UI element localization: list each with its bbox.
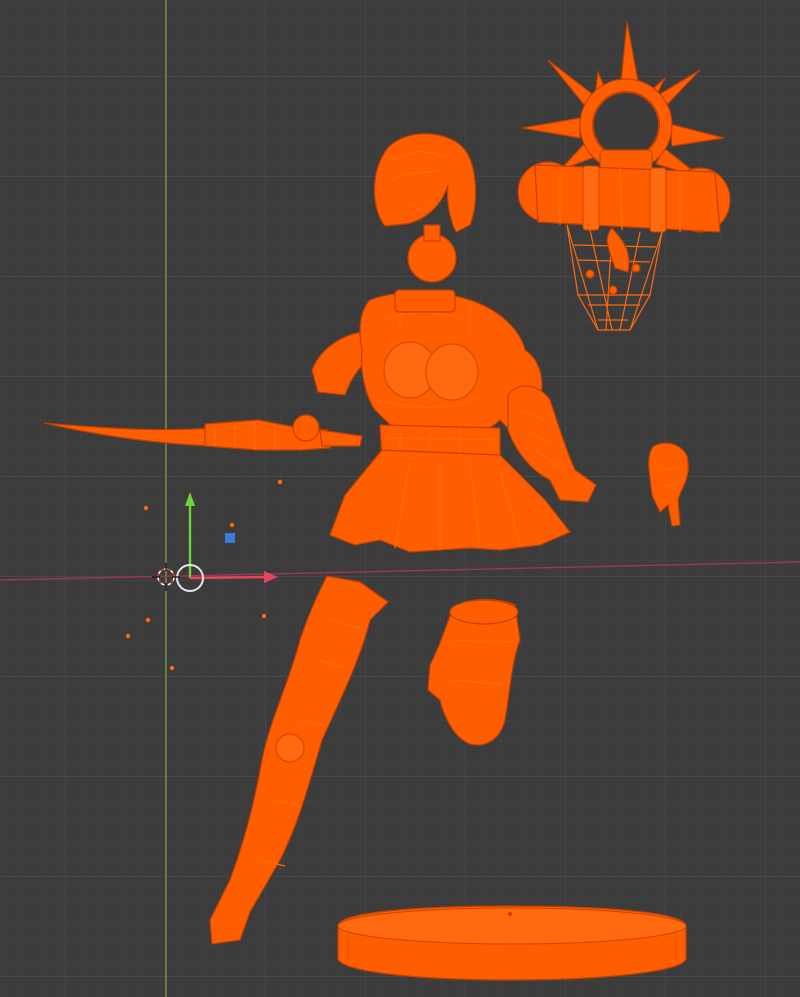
gizmo-z-plane-handle[interactable]	[225, 533, 235, 543]
viewport-canvas[interactable]	[0, 0, 800, 997]
gizmo-x-axis[interactable]	[189, 575, 267, 580]
base-object[interactable]	[337, 905, 687, 981]
3d-viewport[interactable]	[0, 0, 800, 997]
